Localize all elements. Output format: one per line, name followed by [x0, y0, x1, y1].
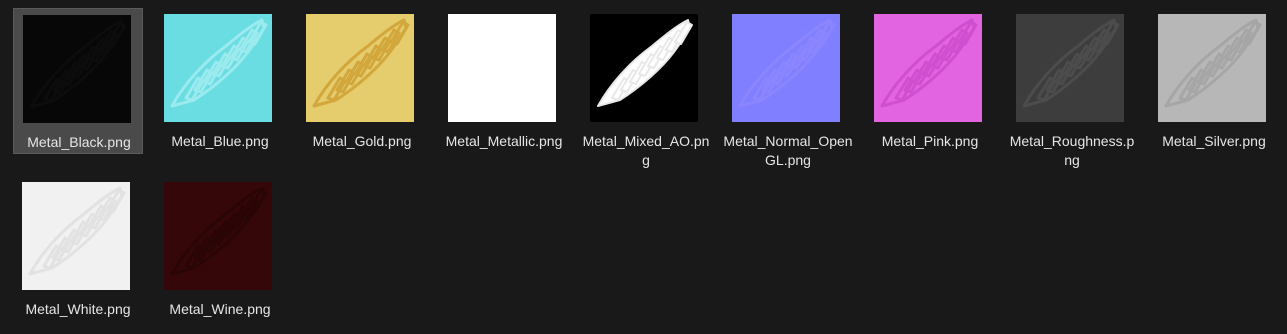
file-item-metal-metallic[interactable]: Metal_Metallic.png [439, 8, 569, 154]
file-item-metal-roughness[interactable]: Metal_Roughness.png [1007, 8, 1137, 168]
file-item-metal-blue[interactable]: Metal_Blue.png [155, 8, 285, 154]
thumbnail-image [306, 14, 414, 122]
file-name-label: Metal_Metallic.png [445, 133, 563, 149]
file-item-metal-black[interactable]: Metal_Black.png [13, 8, 143, 154]
file-name-label: Metal_White.png [25, 301, 131, 317]
file-name-label: Metal_Wine.png [169, 301, 271, 317]
image-thumbnail [306, 14, 414, 122]
thumbnail-image [874, 14, 982, 122]
image-thumbnail [732, 14, 840, 122]
file-item-metal-wine[interactable]: Metal_Wine.png [155, 176, 285, 322]
file-name-label: Metal_Silver.png [1162, 133, 1266, 149]
thumbnail-image [448, 14, 556, 122]
thumbnail-image [590, 14, 698, 122]
thumbnail-image [22, 182, 130, 290]
file-name-label: Metal_Roughness.png [1009, 133, 1135, 168]
file-grid: Metal_Black.png Metal_Blue.png Metal_Gol… [0, 0, 1287, 334]
file-item-metal-mixed-ao[interactable]: Metal_Mixed_AO.png [581, 8, 711, 168]
file-item-metal-white[interactable]: Metal_White.png [13, 176, 143, 322]
image-thumbnail [1016, 14, 1124, 122]
file-name-label: Metal_Normal_OpenGL.png [723, 133, 853, 168]
image-thumbnail [448, 14, 556, 122]
file-item-metal-gold[interactable]: Metal_Gold.png [297, 8, 427, 154]
image-thumbnail [164, 182, 272, 290]
image-thumbnail [1158, 14, 1266, 122]
file-item-metal-silver[interactable]: Metal_Silver.png [1149, 8, 1279, 154]
file-item-metal-normal-opengl[interactable]: Metal_Normal_OpenGL.png [723, 8, 853, 168]
image-thumbnail [874, 14, 982, 122]
thumbnail-image [164, 14, 272, 122]
file-item-metal-pink[interactable]: Metal_Pink.png [865, 8, 995, 154]
file-name-label: Metal_Gold.png [312, 133, 412, 149]
image-thumbnail [23, 15, 131, 123]
thumbnail-image [1158, 14, 1266, 122]
thumbnail-image [164, 182, 272, 290]
file-name-label: Metal_Blue.png [171, 133, 269, 149]
image-thumbnail [22, 182, 130, 290]
file-name-label: Metal_Pink.png [881, 133, 979, 149]
image-thumbnail [164, 14, 272, 122]
thumbnail-image [1016, 14, 1124, 122]
image-thumbnail [590, 14, 698, 122]
thumbnail-image [23, 15, 131, 123]
file-name-label: Metal_Black.png [27, 134, 131, 150]
thumbnail-image [732, 14, 840, 122]
file-name-label: Metal_Mixed_AO.png [582, 133, 710, 168]
